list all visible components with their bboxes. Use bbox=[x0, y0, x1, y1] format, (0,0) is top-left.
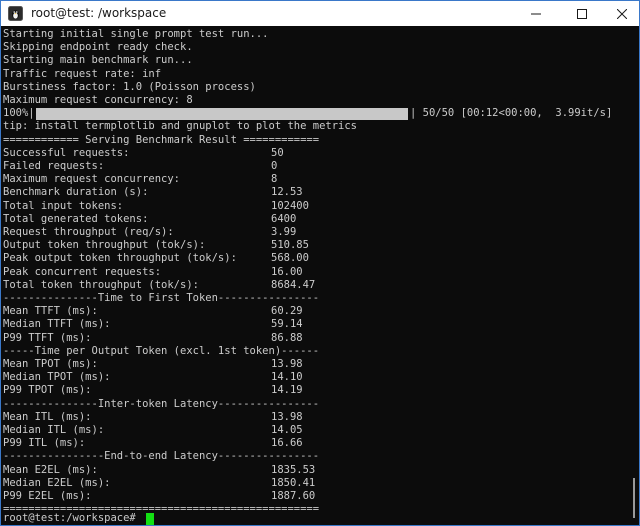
tip-line: tip: install termplotlib and gnuplot to … bbox=[3, 120, 358, 133]
metric-label: P99 E2EL (ms): bbox=[3, 490, 92, 502]
metric-label: Peak output token throughput (tok/s): bbox=[3, 252, 237, 265]
terminal-window: root@test: /workspace Starting initial s… bbox=[0, 0, 640, 526]
close-icon bbox=[616, 4, 628, 23]
metric-label: Mean TPOT (ms): bbox=[3, 358, 98, 370]
metric-value: 60.29 bbox=[271, 305, 303, 318]
metric-label: Failed requests: bbox=[3, 160, 105, 172]
metric-value: 16.66 bbox=[271, 437, 303, 450]
metric-value: 1850.41 bbox=[271, 476, 316, 489]
metric-label: Mean ITL (ms): bbox=[3, 410, 92, 423]
section-heading-itl: ---------------Inter-token Latency------… bbox=[3, 397, 320, 410]
section-heading-e2el: ----------------End-to-end Latency------… bbox=[3, 450, 320, 463]
metric-label: Median ITL (ms): bbox=[3, 424, 105, 436]
metric-value: 8 bbox=[271, 173, 278, 186]
metric-label: Total generated tokens: bbox=[3, 212, 149, 225]
metric-label: P99 TPOT (ms): bbox=[3, 384, 92, 397]
metric-label: Maximum request concurrency: bbox=[3, 173, 181, 186]
section-heading-tpot: -----Time per Output Token (excl. 1st to… bbox=[3, 344, 320, 357]
metric-value: 1887.60 bbox=[271, 490, 316, 502]
log-line: Burstiness factor: 1.0 (Poisson process) bbox=[3, 80, 256, 93]
metric-value: 16.00 bbox=[271, 265, 303, 278]
metric-label: P99 ITL (ms): bbox=[3, 437, 86, 450]
metric-value: 14.19 bbox=[271, 384, 303, 397]
metric-value: 86.88 bbox=[271, 331, 303, 344]
log-line: Skipping endpoint ready check. bbox=[3, 41, 193, 54]
progress-percent: 100%| bbox=[3, 107, 35, 120]
metric-value: 13.98 bbox=[271, 410, 303, 423]
progress-status: | 50/50 [00:12<00:00, 3.99it/s] bbox=[410, 107, 613, 120]
log-line: Starting main benchmark run... bbox=[3, 54, 193, 67]
metric-value: 3.99 bbox=[271, 226, 297, 238]
close-button[interactable] bbox=[605, 1, 639, 26]
terminal-output[interactable]: Starting initial single prompt test run.… bbox=[1, 26, 629, 525]
metric-label: Median E2EL (ms): bbox=[3, 476, 111, 489]
text-cursor bbox=[146, 512, 154, 525]
progress-bar-fill bbox=[36, 107, 408, 120]
section-heading-ttft: ---------------Time to First Token------… bbox=[3, 292, 320, 304]
window-title: root@test: /workspace bbox=[31, 6, 167, 20]
metric-value: 13.98 bbox=[271, 358, 303, 370]
metric-value: 12.53 bbox=[271, 186, 303, 199]
metric-label: Benchmark duration (s): bbox=[3, 186, 149, 199]
metric-value: 6400 bbox=[271, 212, 297, 225]
metric-value: 568.00 bbox=[271, 252, 309, 265]
shell-prompt[interactable]: root@test:/workspace# bbox=[3, 512, 142, 525]
maximize-button[interactable] bbox=[559, 1, 605, 26]
maximize-icon bbox=[577, 4, 587, 23]
metric-value: 59.14 bbox=[271, 318, 303, 331]
metric-label: Median TTFT (ms): bbox=[3, 318, 111, 331]
progress-bar bbox=[36, 107, 408, 120]
minimize-icon bbox=[531, 4, 541, 23]
metric-label: P99 TTFT (ms): bbox=[3, 331, 92, 344]
result-header: ============ Serving Benchmark Result ==… bbox=[3, 133, 320, 146]
scrollbar-thumb[interactable] bbox=[633, 478, 635, 518]
metric-label: Mean TTFT (ms): bbox=[3, 305, 98, 318]
metric-value: 14.05 bbox=[271, 424, 303, 436]
metric-label: Total token throughput (tok/s): bbox=[3, 278, 199, 291]
minimize-button[interactable] bbox=[513, 1, 559, 26]
metric-value: 50 bbox=[271, 146, 284, 159]
log-line: Maximum request concurrency: 8 bbox=[3, 94, 193, 106]
vertical-scrollbar[interactable] bbox=[629, 26, 639, 525]
terminal-penguin-icon bbox=[8, 6, 23, 21]
metric-label: Output token throughput (tok/s): bbox=[3, 239, 206, 252]
metric-value: 510.85 bbox=[271, 239, 309, 252]
title-bar[interactable]: root@test: /workspace bbox=[1, 1, 639, 26]
log-line: Starting initial single prompt test run.… bbox=[3, 28, 269, 40]
metric-label: Median TPOT (ms): bbox=[3, 371, 111, 384]
metric-value: 102400 bbox=[271, 199, 309, 212]
log-line: Traffic request rate: inf bbox=[3, 67, 162, 80]
metric-value: 1835.53 bbox=[271, 463, 316, 476]
metric-label: Mean E2EL (ms): bbox=[3, 463, 98, 476]
metric-label: Request throughput (req/s): bbox=[3, 226, 174, 238]
metric-value: 8684.47 bbox=[271, 278, 316, 291]
metric-value: 0 bbox=[271, 160, 278, 172]
metric-label: Peak concurrent requests: bbox=[3, 265, 162, 278]
metric-value: 14.10 bbox=[271, 371, 303, 384]
metric-label: Total input tokens: bbox=[3, 199, 124, 212]
metric-label: Successful requests: bbox=[3, 146, 130, 159]
